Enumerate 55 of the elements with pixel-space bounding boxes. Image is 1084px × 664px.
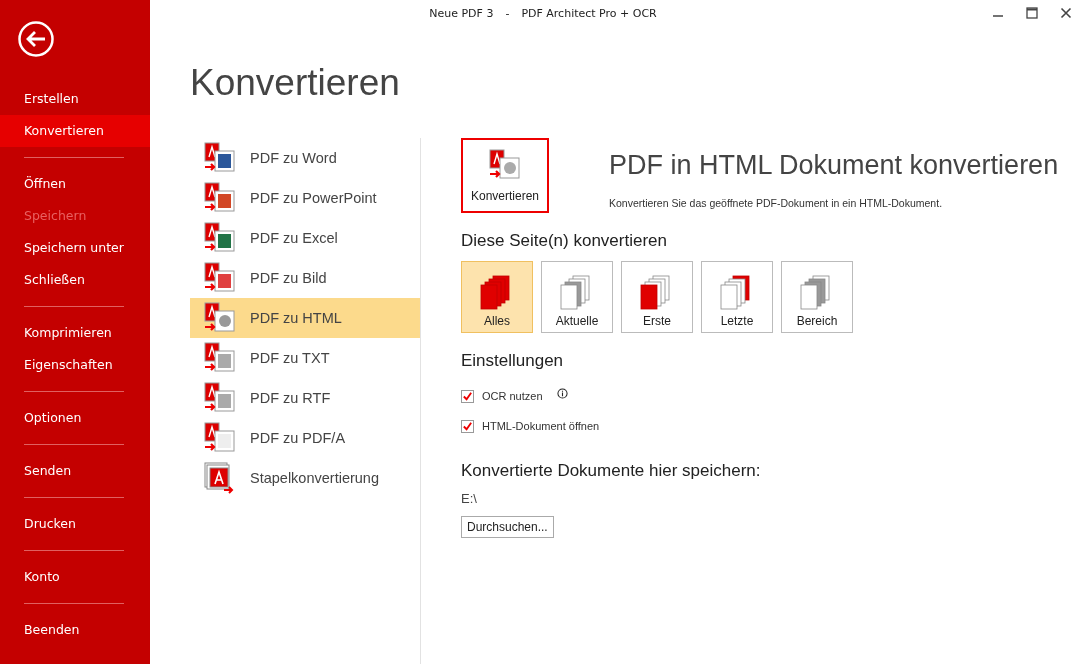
pdf-convert-icon	[204, 422, 236, 454]
sidebar-item[interactable]: Senden	[0, 455, 150, 487]
close-icon[interactable]	[1060, 7, 1072, 19]
maximize-icon[interactable]	[1026, 7, 1038, 19]
pdf-convert-icon	[204, 382, 236, 414]
sidebar-item[interactable]: Erstellen	[0, 83, 150, 115]
conversion-item[interactable]: PDF zu PowerPoint	[190, 178, 420, 218]
section-title: PDF in HTML Dokument konvertieren	[609, 150, 1059, 181]
conversion-item[interactable]: PDF zu Excel	[190, 218, 420, 258]
page-title: Konvertieren	[190, 62, 401, 105]
page-option-button[interactable]: Alles	[461, 261, 533, 333]
description: Konvertieren Sie das geöffnete PDF-Dokument in ein HTML-Dokument.	[609, 197, 944, 209]
window-title: Neue PDF 3	[429, 6, 494, 20]
sidebar-item[interactable]: Speichern unter	[0, 232, 150, 264]
conversion-item[interactable]: PDF zu PDF/A	[190, 418, 420, 458]
checkbox[interactable]	[461, 389, 474, 403]
pdf-convert-icon	[204, 262, 236, 294]
sidebar-item[interactable]: Öffnen	[0, 168, 150, 200]
sidebar-item[interactable]: Komprimieren	[0, 317, 150, 349]
sidebar-item[interactable]: Konvertieren	[0, 115, 150, 147]
pdf-convert-icon	[204, 142, 236, 174]
sidebar-item[interactable]: Schließen	[0, 264, 150, 296]
section-heading: Konvertierte Dokumente hier speichern:	[461, 461, 761, 481]
conversion-item[interactable]: Stapelkonvertierung	[190, 458, 420, 498]
sidebar-item[interactable]: Optionen	[0, 402, 150, 434]
sidebar-item[interactable]: Eigenschaften	[0, 349, 150, 381]
section-heading: Einstellungen	[461, 351, 564, 371]
sidebar-item[interactable]: Beenden	[0, 614, 150, 646]
convert-button[interactable]: Konvertieren	[461, 138, 549, 213]
conversion-item[interactable]: PDF zu TXT	[190, 338, 420, 378]
page-option-button[interactable]: Aktuelle	[541, 261, 613, 333]
info-icon[interactable]	[556, 387, 568, 399]
pdf-convert-icon	[204, 342, 236, 374]
sidebar-item[interactable]: Drucken	[0, 508, 150, 540]
page-option-button[interactable]: Bereich	[781, 261, 853, 333]
document-stack-icon	[204, 462, 236, 494]
pdf-convert-icon	[204, 302, 236, 334]
conversion-item[interactable]: PDF zu RTF	[190, 378, 420, 418]
page-option-button[interactable]: Letzte	[701, 261, 773, 333]
window-title: -	[505, 6, 510, 20]
checkbox[interactable]	[461, 419, 474, 433]
pdf-convert-icon	[204, 182, 236, 214]
conversion-item[interactable]: PDF zu Bild	[190, 258, 420, 298]
sidebar-item[interactable]: Konto	[0, 561, 150, 593]
pdf-to-html-icon	[489, 148, 521, 181]
pdf-convert-icon	[204, 222, 236, 254]
page-option-button[interactable]: Erste	[621, 261, 693, 333]
section-heading: Diese Seite(n) konvertieren	[461, 231, 667, 251]
conversion-item[interactable]: PDF zu HTML	[190, 298, 420, 338]
conversion-item[interactable]: PDF zu Word	[190, 138, 420, 178]
checkbox-label[interactable]: OCR nutzen	[482, 390, 543, 402]
window-title: PDF Architect Pro + OCR	[521, 6, 657, 20]
checkbox-label[interactable]: HTML-Dokument öffnen	[482, 420, 600, 432]
browse-button[interactable]: Durchsuchen...	[461, 516, 554, 538]
save-path: E:\	[461, 491, 477, 506]
